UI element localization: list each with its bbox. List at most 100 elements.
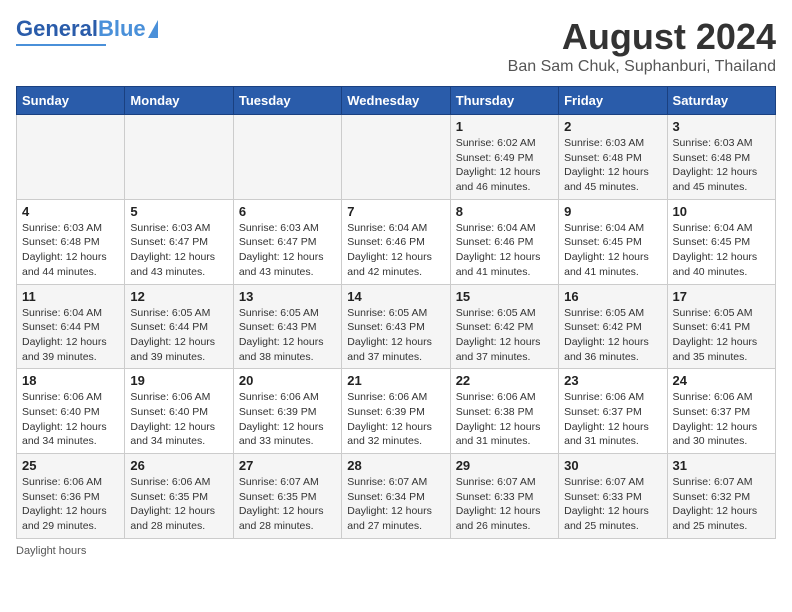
day-info: Sunrise: 6:06 AM Sunset: 6:40 PM Dayligh… [22,390,119,449]
day-info: Sunrise: 6:04 AM Sunset: 6:45 PM Dayligh… [564,221,661,280]
calendar-cell: 1 Sunrise: 6:02 AM Sunset: 6:49 PM Daylig… [450,115,558,200]
calendar-cell: 28 Sunrise: 6:07 AM Sunset: 6:34 PM Dayli… [342,454,450,539]
day-number: 15 [456,289,553,304]
calendar-cell: 15 Sunrise: 6:05 AM Sunset: 6:42 PM Dayli… [450,284,558,369]
day-number: 26 [130,458,227,473]
day-info: Sunrise: 6:06 AM Sunset: 6:39 PM Dayligh… [239,390,336,449]
calendar-cell [125,115,233,200]
day-info: Sunrise: 6:07 AM Sunset: 6:33 PM Dayligh… [456,475,553,534]
day-info: Sunrise: 6:05 AM Sunset: 6:43 PM Dayligh… [239,306,336,365]
calendar-cell: 13 Sunrise: 6:05 AM Sunset: 6:43 PM Dayli… [233,284,341,369]
day-info: Sunrise: 6:03 AM Sunset: 6:47 PM Dayligh… [239,221,336,280]
calendar-day-header: Friday [559,87,667,115]
day-info: Sunrise: 6:04 AM Sunset: 6:45 PM Dayligh… [673,221,770,280]
day-info: Sunrise: 6:07 AM Sunset: 6:35 PM Dayligh… [239,475,336,534]
day-info: Sunrise: 6:06 AM Sunset: 6:37 PM Dayligh… [673,390,770,449]
day-number: 14 [347,289,444,304]
calendar-cell: 31 Sunrise: 6:07 AM Sunset: 6:32 PM Dayli… [667,454,775,539]
day-number: 6 [239,204,336,219]
calendar-cell: 30Sunrise: 6:07 AM Sunset: 6:33 PM Dayli… [559,454,667,539]
day-number: 31 [673,458,770,473]
page-subtitle: Ban Sam Chuk, Suphanburi, Thailand [508,58,776,76]
calendar-cell: 4 Sunrise: 6:03 AM Sunset: 6:48 PM Daylig… [17,199,125,284]
day-info: Sunrise: 6:02 AM Sunset: 6:49 PM Dayligh… [456,136,553,195]
calendar-week-row: 4 Sunrise: 6:03 AM Sunset: 6:48 PM Daylig… [17,199,776,284]
day-number: 25 [22,458,119,473]
calendar-cell: 11Sunrise: 6:04 AM Sunset: 6:44 PM Dayli… [17,284,125,369]
calendar-day-header: Saturday [667,87,775,115]
calendar-cell: 9 Sunrise: 6:04 AM Sunset: 6:45 PM Daylig… [559,199,667,284]
page-title: August 2024 [508,16,776,58]
calendar-cell: 25 Sunrise: 6:06 AM Sunset: 6:36 PM Dayli… [17,454,125,539]
calendar-cell: 20 Sunrise: 6:06 AM Sunset: 6:39 PM Dayli… [233,369,341,454]
calendar-cell: 19Sunrise: 6:06 AM Sunset: 6:40 PM Dayli… [125,369,233,454]
day-number: 8 [456,204,553,219]
day-number: 22 [456,373,553,388]
day-info: Sunrise: 6:05 AM Sunset: 6:42 PM Dayligh… [456,306,553,365]
title-area: August 2024 Ban Sam Chuk, Suphanburi, Th… [508,16,776,76]
day-number: 20 [239,373,336,388]
day-number: 3 [673,119,770,134]
calendar-cell [17,115,125,200]
day-number: 27 [239,458,336,473]
calendar-day-header: Monday [125,87,233,115]
day-number: 1 [456,119,553,134]
day-info: Sunrise: 6:04 AM Sunset: 6:44 PM Dayligh… [22,306,119,365]
day-info: Sunrise: 6:06 AM Sunset: 6:40 PM Dayligh… [130,390,227,449]
day-number: 9 [564,204,661,219]
calendar-table: SundayMondayTuesdayWednesdayThursdayFrid… [16,86,776,539]
calendar-cell: 29 Sunrise: 6:07 AM Sunset: 6:33 PM Dayli… [450,454,558,539]
day-info: Sunrise: 6:05 AM Sunset: 6:44 PM Dayligh… [130,306,227,365]
day-number: 13 [239,289,336,304]
day-number: 2 [564,119,661,134]
day-number: 29 [456,458,553,473]
logo-blue-text: Blue [98,16,146,42]
day-info: Sunrise: 6:06 AM Sunset: 6:36 PM Dayligh… [22,475,119,534]
calendar-cell: 24 Sunrise: 6:06 AM Sunset: 6:37 PM Dayli… [667,369,775,454]
day-number: 17 [673,289,770,304]
day-info: Sunrise: 6:05 AM Sunset: 6:42 PM Dayligh… [564,306,661,365]
calendar-day-header: Sunday [17,87,125,115]
calendar-cell: 6 Sunrise: 6:03 AM Sunset: 6:47 PM Daylig… [233,199,341,284]
calendar-cell: 10Sunrise: 6:04 AM Sunset: 6:45 PM Dayli… [667,199,775,284]
calendar-cell: 18Sunrise: 6:06 AM Sunset: 6:40 PM Dayli… [17,369,125,454]
calendar-cell: 22Sunrise: 6:06 AM Sunset: 6:38 PM Dayli… [450,369,558,454]
day-number: 5 [130,204,227,219]
day-info: Sunrise: 6:07 AM Sunset: 6:32 PM Dayligh… [673,475,770,534]
day-info: Sunrise: 6:05 AM Sunset: 6:41 PM Dayligh… [673,306,770,365]
calendar-cell: 2 Sunrise: 6:03 AM Sunset: 6:48 PM Daylig… [559,115,667,200]
day-number: 28 [347,458,444,473]
header: General Blue August 2024 Ban Sam Chuk, S… [16,16,776,76]
logo: General Blue [16,16,158,46]
calendar-cell: 21Sunrise: 6:06 AM Sunset: 6:39 PM Dayli… [342,369,450,454]
calendar-cell: 3Sunrise: 6:03 AM Sunset: 6:48 PM Daylig… [667,115,775,200]
day-number: 7 [347,204,444,219]
calendar-day-header: Wednesday [342,87,450,115]
calendar-header-row: SundayMondayTuesdayWednesdayThursdayFrid… [17,87,776,115]
day-info: Sunrise: 6:06 AM Sunset: 6:37 PM Dayligh… [564,390,661,449]
calendar-cell: 14Sunrise: 6:05 AM Sunset: 6:43 PM Dayli… [342,284,450,369]
calendar-cell: 7Sunrise: 6:04 AM Sunset: 6:46 PM Daylig… [342,199,450,284]
calendar-cell [233,115,341,200]
calendar-week-row: 25 Sunrise: 6:06 AM Sunset: 6:36 PM Dayli… [17,454,776,539]
calendar-day-header: Thursday [450,87,558,115]
calendar-cell: 23Sunrise: 6:06 AM Sunset: 6:37 PM Dayli… [559,369,667,454]
calendar-cell: 5Sunrise: 6:03 AM Sunset: 6:47 PM Daylig… [125,199,233,284]
footer-daylight: Daylight hours [16,545,776,557]
calendar-day-header: Tuesday [233,87,341,115]
day-number: 16 [564,289,661,304]
day-number: 24 [673,373,770,388]
day-number: 12 [130,289,227,304]
logo-divider [16,44,106,46]
calendar-cell: 8 Sunrise: 6:04 AM Sunset: 6:46 PM Daylig… [450,199,558,284]
calendar-cell [342,115,450,200]
day-info: Sunrise: 6:03 AM Sunset: 6:48 PM Dayligh… [564,136,661,195]
day-info: Sunrise: 6:07 AM Sunset: 6:34 PM Dayligh… [347,475,444,534]
day-info: Sunrise: 6:06 AM Sunset: 6:35 PM Dayligh… [130,475,227,534]
calendar-cell: 17 Sunrise: 6:05 AM Sunset: 6:41 PM Dayli… [667,284,775,369]
day-number: 4 [22,204,119,219]
day-info: Sunrise: 6:03 AM Sunset: 6:48 PM Dayligh… [22,221,119,280]
day-info: Sunrise: 6:04 AM Sunset: 6:46 PM Dayligh… [456,221,553,280]
logo-general: General [16,16,98,42]
calendar-week-row: 1 Sunrise: 6:02 AM Sunset: 6:49 PM Daylig… [17,115,776,200]
